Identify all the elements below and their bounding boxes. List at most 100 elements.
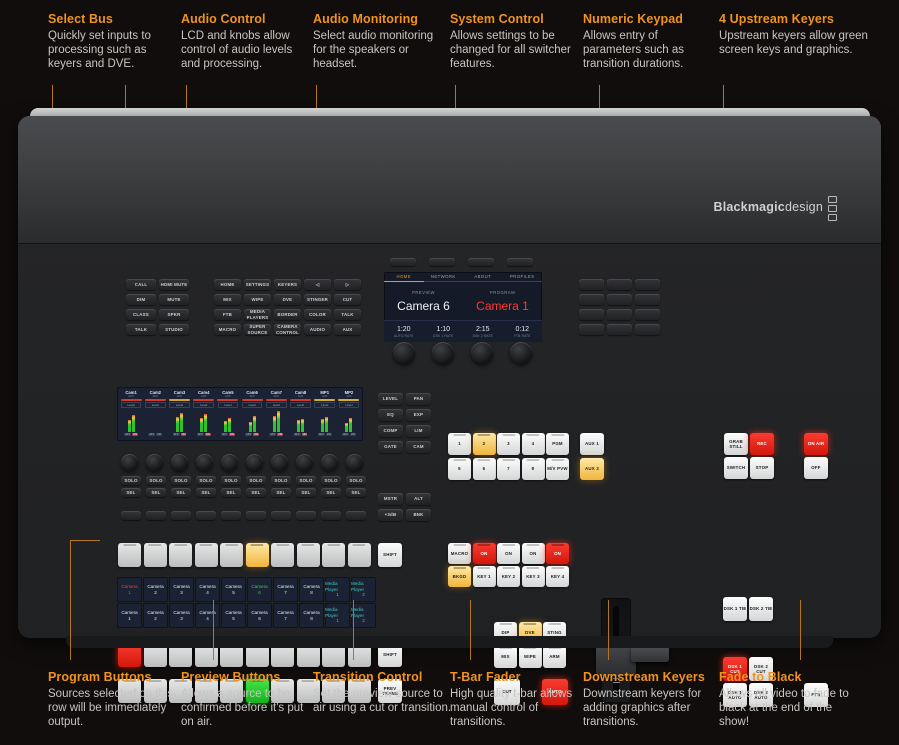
sel-key-6[interactable]: SEL [246,488,266,497]
audio-input-key-4[interactable] [196,511,216,520]
system-key-home[interactable]: HOME [214,279,241,290]
audio-knob-5[interactable] [221,454,238,471]
transition-key-mix[interactable]: MIX [494,646,517,668]
audio-channel-cam1[interactable]: Cam1 AUX Level AFV ON [120,389,143,439]
audio-knob-7[interactable] [271,454,288,471]
lcd-softkey-4[interactable] [507,258,533,266]
audio-side-key-3db[interactable]: +3dB [378,509,403,521]
keypad-key-3[interactable]: 3 [497,433,520,455]
audio-knob-2[interactable] [146,454,163,471]
system-key-media-players[interactable]: MEDIA PLAYERS [244,309,271,320]
audio-channel-cam5[interactable]: Cam5 AUX Level AFV ON [216,389,239,439]
lcd-display[interactable]: HOME NETWORK ABOUT PROFILES PREVIEW Came… [384,272,542,342]
keypad-key-2[interactable]: 2 [473,433,496,455]
audio-channel-mp2[interactable]: MP2 AUX Level AFV ON [337,389,360,439]
monitor-key-spkr[interactable]: SPKR [159,309,189,320]
audio-channel-cam3[interactable]: Cam3 AUX Level AFV ON [168,389,191,439]
solo-key-3[interactable]: SOLO [171,476,191,485]
system-key-keyers[interactable]: KEYERS [274,279,301,290]
channel-on[interactable]: ON [326,433,332,436]
audio-knob-10[interactable] [346,454,363,471]
select-bus-key-10[interactable] [348,543,371,567]
keyer-bottom-key-1[interactable]: KEY 1 [473,566,496,587]
system-key-mix[interactable]: MIX [214,294,241,305]
sel-key-5[interactable]: SEL [221,488,241,497]
aux-1-key[interactable]: AUX 1 [580,433,604,455]
select-bus-shift-key[interactable]: SHIFT [378,543,402,567]
lcd-tab-home[interactable]: HOME [384,272,424,282]
audio-side-key-exp[interactable]: EXP [406,409,431,421]
keyer-top-on-4[interactable]: ON [546,543,569,564]
audio-input-key-2[interactable] [146,511,166,520]
sel-key-9[interactable]: SEL [321,488,341,497]
bevel-key-r1-c1[interactable] [607,294,632,305]
channel-afv[interactable]: AFV [148,433,155,436]
audio-side-key-comp[interactable]: COMP [378,425,403,437]
audio-channel-cam6[interactable]: Cam6 AUX Level AFV ON [241,389,264,439]
bevel-key-r1-c0[interactable] [579,294,604,305]
t-bar-arm[interactable] [631,646,669,662]
switch-button[interactable]: SWITCH [724,457,748,479]
keypad-key-m-v-pvw[interactable]: M/V PVW [546,458,569,480]
select-bus-key-2[interactable] [144,543,167,567]
keyer-bottom-key-4[interactable]: KEY 4 [546,566,569,587]
select-bus-key-4[interactable] [195,543,218,567]
bevel-key-r2-c2[interactable] [635,309,660,320]
dsk-2-tie-button[interactable]: DSK 2 TIE [749,597,773,621]
channel-toggles[interactable]: AFV ON [318,433,332,436]
system-key-wipe[interactable]: WIPE [244,294,271,305]
bevel-key-r2-c0[interactable] [579,309,604,320]
audio-side-key-level[interactable]: LEVEL [378,393,403,405]
bevel-key-r0-c1[interactable] [607,279,632,290]
lcd-rate-dsk1[interactable]: 1:10 DSK 1 RATE [424,321,464,342]
audio-knob-3[interactable] [171,454,188,471]
system-key-settings[interactable]: SETTINGS [244,279,271,290]
audio-knob-9[interactable] [321,454,338,471]
audio-input-key-7[interactable] [271,511,291,520]
channel-on[interactable]: ON [350,433,356,436]
audio-knob-4[interactable] [196,454,213,471]
lcd-softkey-1[interactable] [390,258,416,266]
audio-input-key-10[interactable] [346,511,366,520]
solo-key-10[interactable]: SOLO [346,476,366,485]
bevel-key-r0-c2[interactable] [635,279,660,290]
lcd-tab-profiles[interactable]: PROFILES [503,272,543,282]
system-key-border[interactable]: BORDER [274,309,301,320]
audio-side-key-bnk[interactable]: BNK [406,509,431,521]
audio-side-key-lim[interactable]: LIM [406,425,431,437]
sel-key-7[interactable]: SEL [271,488,291,497]
system-key-aux[interactable]: AUX [334,324,361,335]
keyer-top-on-3[interactable]: ON [522,543,545,564]
stop-button[interactable]: STOP [750,457,774,479]
audio-knob-8[interactable] [296,454,313,471]
lcd-tab-about[interactable]: ABOUT [463,272,503,282]
channel-toggles[interactable]: AFV ON [197,433,211,436]
channel-afv[interactable]: AFV [269,433,276,436]
audio-side-key-cam[interactable]: CAM [406,441,431,453]
channel-on[interactable]: ON [277,433,283,436]
sel-key-4[interactable]: SEL [196,488,216,497]
monitor-key-hdmi-mute[interactable]: HDMI MUTE [159,279,189,290]
keypad-key-6[interactable]: 6 [473,458,496,480]
keyer-top-on-1[interactable]: ON [473,543,496,564]
lcd-softkey-3[interactable] [468,258,494,266]
monitor-key-talk[interactable]: TALK [126,324,156,335]
audio-input-key-5[interactable] [221,511,241,520]
keypad-key-7[interactable]: 7 [497,458,520,480]
system-key-color[interactable]: COLOR [304,309,331,320]
select-bus-key-1[interactable] [118,543,141,567]
solo-key-9[interactable]: SOLO [321,476,341,485]
lcd-knob-4[interactable] [510,342,532,364]
audio-mixer-display[interactable]: Cam1 AUX Level AFV ONCam2 AUX Level AFV … [117,387,363,441]
keyer-bottom-bkgd[interactable]: BKGD [448,566,471,587]
system-key-super-source[interactable]: SUPER SOURCE [244,324,271,335]
audio-channel-mp1[interactable]: MP1 AUX Level AFV ON [313,389,336,439]
system-key-talk[interactable]: TALK [334,309,361,320]
bevel-key-r3-c0[interactable] [579,324,604,335]
sel-key-1[interactable]: SEL [121,488,141,497]
audio-knob-1[interactable] [121,454,138,471]
sel-key-8[interactable]: SEL [296,488,316,497]
channel-on[interactable]: ON [205,433,211,436]
bevel-key-r3-c2[interactable] [635,324,660,335]
audio-knob-6[interactable] [246,454,263,471]
